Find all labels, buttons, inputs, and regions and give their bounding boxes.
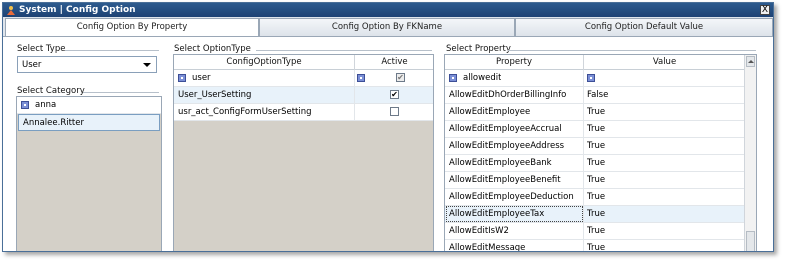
- property-value: True: [587, 124, 606, 134]
- list-item[interactable]: Annalee.Ritter: [18, 114, 160, 131]
- close-button[interactable]: X: [760, 5, 770, 15]
- column-header-active[interactable]: Active: [354, 55, 433, 70]
- tab-strip: Config Option By Property Config Option …: [3, 18, 773, 37]
- table-row[interactable]: AllowEditEmployeeDeduction True: [445, 189, 756, 206]
- property-filter-value: allowedit: [463, 73, 502, 83]
- property-value: True: [587, 141, 606, 151]
- filter-icon[interactable]: [357, 74, 365, 82]
- select-type-label: Select Type: [17, 44, 66, 54]
- group-divider: [256, 50, 432, 51]
- property-value: True: [587, 192, 606, 202]
- cell-divider: [583, 206, 584, 222]
- property-value: False: [587, 90, 609, 100]
- title-bar: System | Config Option X: [3, 3, 773, 17]
- property-name: AllowEditEmployeeAccrual: [449, 124, 562, 134]
- property-name: AllowEditMessage: [449, 243, 526, 252]
- cell-divider: [583, 138, 584, 154]
- cell-divider: [583, 121, 584, 137]
- option-type-filter-row[interactable]: user ✔: [174, 70, 433, 87]
- table-row[interactable]: User_UserSetting ✔: [174, 87, 433, 104]
- active-checkbox[interactable]: [390, 107, 399, 116]
- select-option-type-label: Select OptionType: [174, 44, 251, 54]
- window-title: System | Config Option: [19, 5, 136, 15]
- select-property-label: Select Property: [446, 44, 511, 54]
- table-row[interactable]: usr_act_ConfigFormUserSetting: [174, 104, 433, 121]
- option-type-filter-value: user: [192, 73, 211, 83]
- property-value: True: [587, 175, 606, 185]
- cell-divider: [583, 87, 584, 103]
- cell-divider: [583, 104, 584, 120]
- tab-content: Select Type User Select Category anna An…: [3, 36, 773, 252]
- property-value: True: [587, 243, 606, 252]
- table-row[interactable]: AllowEditEmployeeBenefit True: [445, 172, 756, 189]
- option-type-name: User_UserSetting: [178, 90, 252, 100]
- property-name: AllowEditEmployeeAddress: [449, 141, 565, 151]
- column-header-config-option-type[interactable]: ConfigOptionType: [174, 55, 354, 70]
- cell-divider: [354, 70, 355, 86]
- tab-config-option-by-fkname[interactable]: Config Option By FKName: [259, 18, 515, 36]
- cell-divider: [354, 87, 355, 103]
- property-value: True: [587, 107, 606, 117]
- cell-divider: [583, 240, 584, 251]
- cell-divider: [583, 172, 584, 188]
- property-value: True: [587, 158, 606, 168]
- column-header-property[interactable]: Property: [445, 55, 583, 70]
- property-name: AllowEditDhOrderBillingInfo: [449, 90, 567, 100]
- scroll-up-icon[interactable]: [746, 56, 755, 67]
- grid-header: Property Value: [445, 55, 756, 70]
- property-value: True: [587, 209, 606, 219]
- tab-config-option-default-value[interactable]: Config Option Default Value: [515, 18, 773, 36]
- filter-icon[interactable]: [587, 74, 595, 82]
- property-name: AllowEditEmployeeDeduction: [449, 192, 574, 202]
- property-name: AllowEditIsW2: [449, 226, 509, 236]
- table-row[interactable]: AllowEditMessage True: [445, 240, 756, 252]
- table-row[interactable]: AllowEditIsW2 True: [445, 223, 756, 240]
- config-option-window: System | Config Option X Config Option B…: [2, 2, 774, 252]
- property-name: AllowEditEmployeeBank: [449, 158, 552, 168]
- filter-icon[interactable]: [21, 101, 29, 109]
- property-name: AllowEditEmployeeBenefit: [449, 175, 561, 185]
- cell-divider: [583, 155, 584, 171]
- filter-icon[interactable]: [449, 74, 457, 82]
- option-type-grid: ConfigOptionType Active user ✔ User_User…: [173, 54, 434, 251]
- select-type-value: User: [22, 60, 42, 70]
- column-header-value[interactable]: Value: [583, 55, 745, 70]
- active-filter-checkbox[interactable]: ✔: [396, 73, 405, 82]
- group-divider: [508, 50, 756, 51]
- property-filter-row[interactable]: allowedit: [445, 70, 756, 87]
- cell-divider: [583, 70, 584, 86]
- cell-divider: [354, 104, 355, 120]
- property-name: AllowEditEmployee: [449, 107, 531, 117]
- app-icon: [7, 6, 15, 15]
- group-divider: [83, 92, 159, 93]
- table-row[interactable]: AllowEditEmployeeBank True: [445, 155, 756, 172]
- tab-config-option-by-property[interactable]: Config Option By Property: [5, 18, 259, 37]
- option-type-name: usr_act_ConfigFormUserSetting: [178, 107, 312, 117]
- chevron-down-icon[interactable]: [143, 63, 151, 67]
- table-row[interactable]: AllowEditDhOrderBillingInfo False: [445, 87, 756, 104]
- select-type-dropdown[interactable]: User: [17, 56, 157, 73]
- property-grid: Property Value allowedit AllowEditDhOrde…: [444, 54, 757, 252]
- grid-header: ConfigOptionType Active: [174, 55, 433, 70]
- table-row[interactable]: AllowEditEmployeeAccrual True: [445, 121, 756, 138]
- active-checkbox[interactable]: ✔: [390, 90, 399, 99]
- property-value: True: [587, 226, 606, 236]
- table-row[interactable]: AllowEditEmployeeAddress True: [445, 138, 756, 155]
- category-list: anna Annalee.Ritter: [16, 96, 162, 251]
- cell-divider: [583, 189, 584, 205]
- vertical-scrollbar[interactable]: [744, 55, 756, 251]
- group-divider: [65, 50, 159, 51]
- focused-cell-outline: [446, 206, 583, 222]
- table-row[interactable]: AllowEditEmployee True: [445, 104, 756, 121]
- category-filter-row[interactable]: anna: [17, 97, 161, 114]
- cell-divider: [583, 223, 584, 239]
- select-category-label: Select Category: [17, 86, 85, 96]
- category-filter-value: anna: [35, 100, 57, 110]
- filter-icon[interactable]: [178, 74, 186, 82]
- scrollbar-thumb[interactable]: [746, 231, 755, 251]
